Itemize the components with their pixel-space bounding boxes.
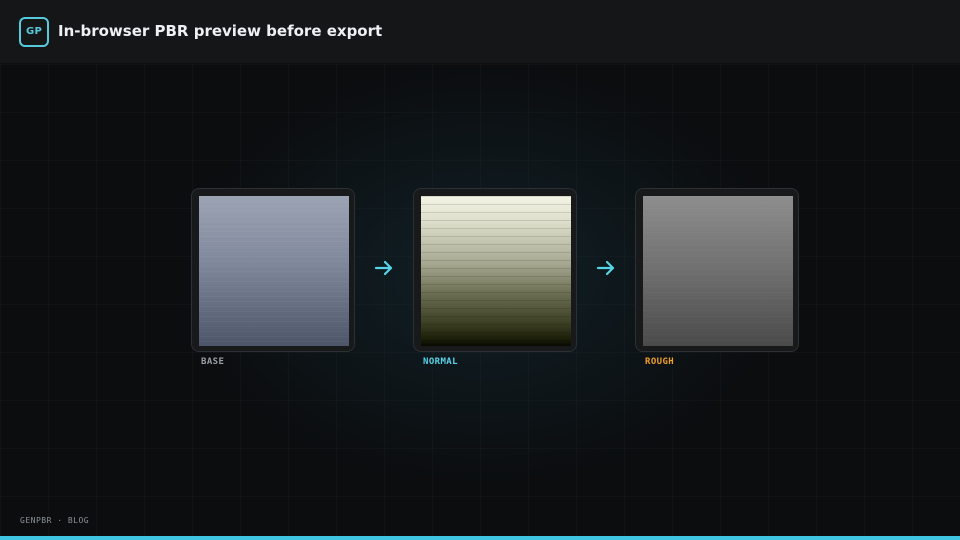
normal-map-label: NORMAL (423, 357, 458, 367)
normal-map-card (413, 188, 577, 352)
roughness-map-preview (643, 196, 793, 346)
footer-brand: GENPBR · BLOG (20, 516, 90, 525)
genpbr-logo: GP (19, 17, 49, 47)
rough-map-label: ROUGH (645, 357, 675, 367)
arrow-right-icon (596, 260, 615, 276)
base-map-label: BASE (201, 357, 225, 367)
base-map-preview (199, 196, 349, 346)
page-title: In-browser PBR preview before export (58, 22, 383, 40)
normal-map-preview (421, 196, 571, 346)
page: GP In-browser PBR preview before export … (0, 0, 960, 540)
preview-stage: BASE NORMAL ROUGH (0, 64, 960, 536)
arrow-right-icon (374, 260, 393, 276)
header-bar: GP In-browser PBR preview before export (0, 0, 960, 64)
accent-bar (0, 536, 960, 540)
base-map-card (191, 188, 355, 352)
rough-map-card (635, 188, 799, 352)
